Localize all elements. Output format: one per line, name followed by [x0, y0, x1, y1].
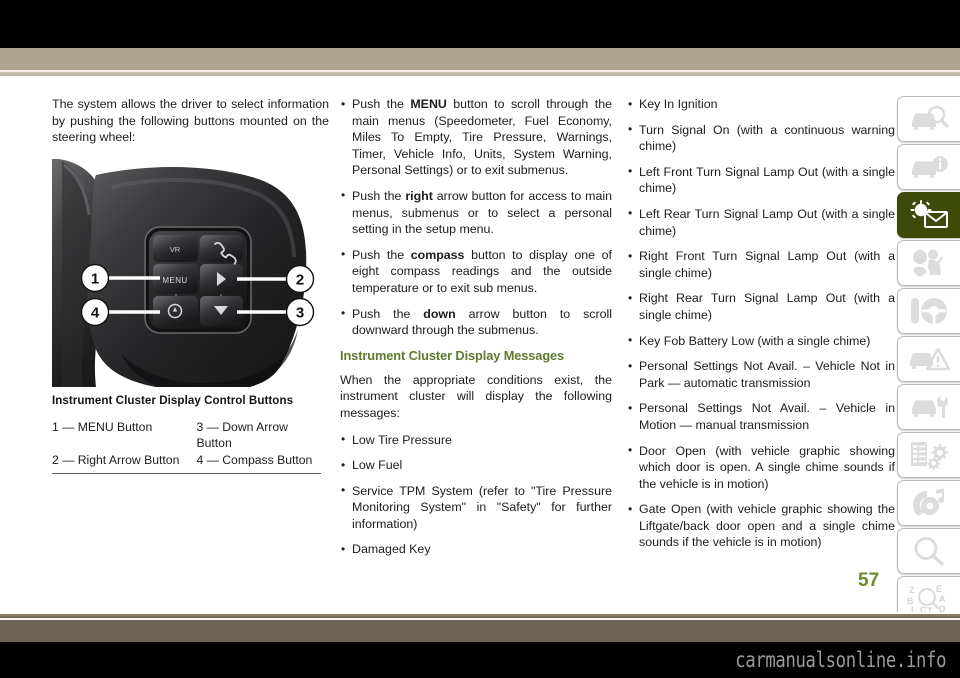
list-item: Personal Settings Not Avail. – Vehicle i… [627, 400, 895, 433]
legend-cell-2: 2 — Right Arrow Button [52, 452, 180, 467]
list-item: Left Front Turn Signal Lamp Out (with a … [627, 163, 895, 197]
column-one: The system allows the driver to select i… [52, 96, 329, 475]
bullet-text-pre: Push the [352, 306, 424, 321]
svg-text:VR: VR [170, 245, 181, 254]
list-item: Low Fuel [340, 457, 612, 474]
specs-gears-icon [909, 440, 949, 470]
bullet-text-bold: MENU [410, 97, 447, 111]
car-service-icon [909, 393, 949, 421]
warning-lights-mail-icon [908, 200, 950, 230]
svg-text:3: 3 [296, 304, 304, 321]
page-number: 57 [858, 570, 880, 591]
svg-text:2: 2 [296, 271, 304, 288]
chapter-tab-rail: Z B I C T E A D [897, 78, 960, 622]
manual-page-viewer: The system allows the driver to select i… [0, 0, 960, 678]
tab-starting-operating[interactable] [897, 288, 960, 334]
section-intro-paragraph: When the appropriate conditions exist, t… [340, 372, 612, 420]
list-item: Low Tire Pressure [340, 431, 612, 449]
list-item: Key Fob Battery Low (with a single chime… [627, 332, 895, 350]
table-row: 2 — Right Arrow Button 4 — Compass Butto… [52, 452, 321, 468]
list-item: Turn Signal On (with a continuous warnin… [627, 121, 895, 155]
viewer-top-black-bar [0, 0, 960, 48]
list-item: Right Rear Turn Signal Lamp Out (with a … [627, 290, 895, 323]
occupant-safety-icon [910, 248, 948, 278]
list-item: Door Open (with vehicle graphic showing … [627, 442, 895, 493]
table-row: 1 — MENU Button 3 — Down Arrow Button [52, 419, 321, 452]
car-inspect-icon [909, 105, 949, 133]
svg-text:Z: Z [909, 585, 915, 595]
list-item: Damaged Key [340, 541, 612, 558]
intro-paragraph: The system allows the driver to select i… [52, 97, 329, 145]
cluster-messages-list-part1: Low Tire Pressure Low Fuel Service TPM S… [340, 431, 612, 559]
column-three: Key In Ignition Turn Signal On (with a c… [627, 96, 895, 560]
callout-4: 4 [80, 297, 110, 326]
key-steering-wheel-icon [909, 296, 949, 326]
bullet-text-pre: Push the [352, 247, 411, 262]
list-item: Personal Settings Not Avail. – Vehicle N… [627, 358, 895, 391]
search-icon [912, 536, 946, 566]
manual-page-sheet: The system allows the driver to select i… [0, 78, 960, 612]
cluster-messages-list-part2: Key In Ignition Turn Signal On (with a c… [627, 96, 895, 551]
list-item: Push the MENU button to scroll through t… [340, 96, 612, 179]
tab-servicing-maintenance[interactable] [897, 384, 960, 430]
list-item: Push the right arrow button for access t… [340, 187, 612, 238]
tab-search[interactable] [897, 528, 960, 574]
bullet-text-pre: Push the [352, 97, 411, 111]
viewer-bottom-band [0, 620, 960, 642]
list-item: Push the compass button to display one o… [340, 246, 612, 297]
button-function-list: Push the MENU button to scroll through t… [340, 96, 612, 339]
callout-1: 1 [80, 263, 110, 292]
tab-warning-lights-messages[interactable] [897, 192, 960, 238]
site-watermark: carmanualsonline.info [735, 648, 946, 672]
tab-occupant-safety[interactable] [897, 240, 960, 286]
car-info-icon [909, 153, 949, 181]
list-item: Push the down arrow button to scroll dow… [340, 305, 612, 339]
viewer-top-band [0, 48, 960, 70]
callout-3: 3 [285, 297, 315, 326]
bullet-text-bold: right [405, 188, 433, 203]
column-two: Push the MENU button to scroll through t… [340, 96, 612, 567]
page-columns: The system allows the driver to select i… [0, 78, 895, 612]
legend-cell-4: 4 — Compass Button [196, 452, 313, 467]
bullet-text-bold: down [423, 306, 456, 321]
svg-text:4: 4 [91, 304, 100, 321]
list-item: Gate Open (with vehicle graphic showing … [627, 501, 895, 551]
bullet-text-pre: Push the [352, 188, 406, 203]
list-item: Left Rear Turn Signal Lamp Out (with a s… [627, 205, 895, 239]
callout-2: 2 [285, 264, 315, 293]
section-heading: Instrument Cluster Display Messages [340, 347, 565, 363]
tab-specifications[interactable] [897, 432, 960, 478]
figure-caption: Instrument Cluster Display Control Butto… [52, 393, 294, 407]
svg-text:1: 1 [91, 270, 99, 287]
list-item: Service TPM System (refer to "Tire Press… [340, 482, 612, 533]
steering-wheel-illustration: MENU VR 1 4 2 3 [52, 158, 325, 387]
svg-text:A: A [939, 594, 946, 604]
steering-wheel-figure: MENU VR 1 4 2 3 [52, 158, 325, 387]
bullet-text-bold: compass [410, 247, 465, 262]
multimedia-icon [910, 488, 948, 518]
legend-cell-3: 3 — Down Arrow Button [196, 419, 288, 451]
index-alphabet-icon: Z B I C T E A D [907, 583, 951, 615]
figure-legend-table: 1 — MENU Button 3 — Down Arrow Button 2 … [52, 419, 321, 468]
car-hazard-icon [908, 345, 950, 373]
svg-text:MENU: MENU [162, 276, 187, 285]
list-item: Right Front Turn Signal Lamp Out (with a… [627, 248, 895, 281]
tab-car-inspect[interactable] [897, 96, 960, 142]
tab-multimedia[interactable] [897, 480, 960, 526]
svg-text:E: E [936, 584, 942, 594]
tab-car-info[interactable] [897, 144, 960, 190]
list-item: Key In Ignition [627, 96, 895, 113]
tab-emergency[interactable] [897, 336, 960, 382]
legend-bottom-rule [52, 473, 321, 475]
legend-cell-1: 1 — MENU Button [52, 419, 153, 434]
